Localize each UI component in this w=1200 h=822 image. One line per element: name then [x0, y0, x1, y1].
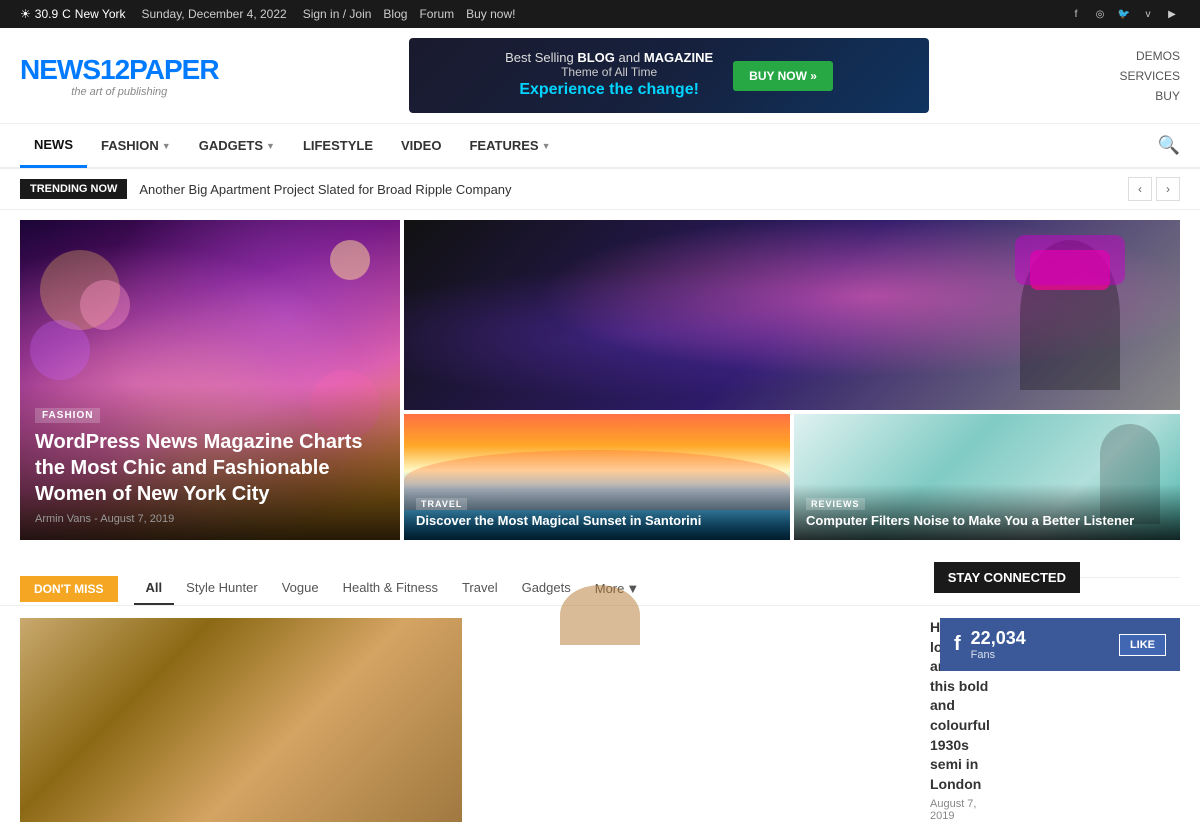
tab-style-hunter[interactable]: Style Hunter [174, 572, 270, 605]
sun-icon: ☀ [20, 7, 31, 21]
article-image-1 [20, 618, 462, 822]
top-bar: ☀ 30.9 C New York Sunday, December 4, 20… [0, 0, 1200, 28]
weather-widget: ☀ 30.9 C New York [20, 7, 126, 21]
nav-item-features[interactable]: FEATURES ▼ [455, 123, 564, 168]
topbar-links: Sign in / Join Blog Forum Buy now! [303, 7, 516, 21]
trending-nav: ‹ › [1128, 177, 1180, 201]
blog-link[interactable]: Blog [383, 7, 407, 21]
stay-connected-header: STAY CONNECTED [934, 562, 1080, 593]
featured-santorini-image: TRAVEL Discover the Most Magical Sunset … [404, 414, 790, 540]
twitter-icon[interactable]: 🐦 [1116, 6, 1132, 22]
nav-item-lifestyle[interactable]: LIFESTYLE [289, 123, 387, 168]
dont-miss-badge: DON'T MISS [20, 576, 118, 602]
stay-connected-header-area: STAY CONNECTED [934, 550, 1200, 605]
articles-area: Have a look around this bold and colourf… [20, 618, 920, 822]
temperature: 30.9 [35, 7, 58, 21]
featured-reviews-article[interactable]: REVIEWS Computer Filters Noise to Make Y… [794, 414, 1180, 540]
services-link[interactable]: SERVICES [1120, 67, 1180, 85]
main-nav: NEWS FASHION ▼ GADGETS ▼ LIFESTYLE VIDEO… [0, 124, 1200, 169]
demos-link[interactable]: DEMOS [1120, 47, 1180, 65]
featured-vr-article[interactable]: GADGETS Game Changing Virtual Reality Co… [404, 220, 1180, 410]
logo-news: NEWS [20, 54, 100, 85]
forum-link[interactable]: Forum [419, 7, 454, 21]
tab-all[interactable]: All [134, 572, 175, 605]
vimeo-icon[interactable]: v [1140, 6, 1156, 22]
interior-decor [560, 585, 640, 645]
facebook-fans-label: Fans [971, 649, 1026, 661]
facebook-icon[interactable]: f [1068, 6, 1084, 22]
bokeh-2 [80, 280, 130, 330]
logo-paper: PAPER [129, 54, 218, 85]
trending-badge: TRENDING NOW [20, 179, 127, 199]
featured-main-meta: Armin Vans - August 7, 2019 [35, 513, 385, 525]
article-card-1[interactable] [20, 618, 462, 822]
featured-santorini-title: Discover the Most Magical Sunset in Sant… [416, 513, 778, 530]
publish-date: August 7, 2019 [100, 513, 174, 525]
featured-reviews-category: REVIEWS [806, 498, 865, 510]
city: New York [75, 7, 126, 21]
dont-miss-tabs: DON'T MISS All Style Hunter Vogue Health… [0, 560, 934, 605]
sign-in-link[interactable]: Sign in / Join [303, 7, 372, 21]
featured-bottom-row: TRAVEL Discover the Most Magical Sunset … [404, 414, 1180, 540]
facebook-count: 22,034 [971, 628, 1026, 649]
trending-bar: TRENDING NOW Another Big Apartment Proje… [0, 169, 1200, 210]
featured-main-article[interactable]: FASHION WordPress News Magazine Charts t… [20, 220, 400, 540]
tab-vogue[interactable]: Vogue [270, 572, 331, 605]
featured-reviews-overlay: REVIEWS Computer Filters Noise to Make Y… [794, 484, 1180, 540]
featured-santorini-category: TRAVEL [416, 498, 467, 510]
site-logo[interactable]: NEWS12PAPER the art of publishing [20, 54, 219, 98]
youtube-icon[interactable]: ▶ [1164, 6, 1180, 22]
buy-side-link[interactable]: BUY [1120, 87, 1180, 105]
tab-travel[interactable]: Travel [450, 572, 510, 605]
author-name: Armin Vans [35, 513, 91, 525]
logo-tagline: the art of publishing [20, 86, 219, 98]
bokeh-3 [30, 320, 90, 380]
bottom-section: Have a look around this bold and colourf… [0, 606, 1200, 822]
ad-subtitle-text: Theme of All Time [505, 65, 713, 79]
featured-santorini-overlay: TRAVEL Discover the Most Magical Sunset … [404, 484, 790, 540]
ad-content: Best Selling BLOG and MAGAZINE Theme of … [505, 50, 713, 101]
stay-connected-divider [1080, 577, 1180, 578]
featured-vr-image [404, 220, 1180, 410]
nav-links: NEWS FASHION ▼ GADGETS ▼ LIFESTYLE VIDEO… [20, 123, 565, 168]
date-display: Sunday, December 4, 2022 [142, 7, 287, 21]
nav-item-video[interactable]: VIDEO [387, 123, 455, 168]
stay-connected-sidebar: f 22,034 Fans LIKE [940, 618, 1180, 822]
buy-link[interactable]: Buy now! [466, 7, 515, 21]
ad-banner[interactable]: Best Selling BLOG and MAGAZINE Theme of … [409, 38, 929, 113]
featured-reviews-title: Computer Filters Noise to Make You a Bet… [806, 513, 1168, 530]
featured-main-category: FASHION [35, 408, 100, 423]
ad-title: Best Selling BLOG and MAGAZINE [505, 50, 713, 65]
search-icon[interactable]: 🔍 [1158, 135, 1180, 156]
social-icons-topbar: f ◎ 🐦 v ▶ [1068, 6, 1180, 22]
article-row-2: Have a look around this bold and colourf… [478, 618, 920, 822]
featured-main-title: WordPress News Magazine Charts the Most … [35, 429, 385, 507]
featured-right-grid: GADGETS Game Changing Virtual Reality Co… [404, 220, 1180, 540]
featured-grid: FASHION WordPress News Magazine Charts t… [0, 220, 1200, 540]
article-card-2[interactable]: Have a look around this bold and colourf… [478, 618, 920, 822]
ad-brand: Experience the change! [505, 81, 713, 99]
ad-buy-button[interactable]: BUY NOW » [733, 61, 833, 91]
top-bar-left: ☀ 30.9 C New York Sunday, December 4, 20… [20, 7, 515, 21]
featured-main-image: FASHION WordPress News Magazine Charts t… [20, 220, 400, 540]
nav-item-fashion[interactable]: FASHION ▼ [87, 123, 185, 168]
side-menu: DEMOS SERVICES BUY [1120, 47, 1180, 105]
logo-text: NEWS12PAPER [20, 54, 219, 86]
trending-prev-button[interactable]: ‹ [1128, 177, 1152, 201]
trending-text: Another Big Apartment Project Slated for… [139, 182, 1116, 197]
featured-santorini-article[interactable]: TRAVEL Discover the Most Magical Sunset … [404, 414, 790, 540]
featured-reviews-image: REVIEWS Computer Filters Noise to Make Y… [794, 414, 1180, 540]
degree-unit: C [62, 7, 71, 21]
vr-headset-glow [1015, 235, 1125, 285]
featured-main-overlay: FASHION WordPress News Magazine Charts t… [20, 385, 400, 540]
trending-next-button[interactable]: › [1156, 177, 1180, 201]
site-header: NEWS12PAPER the art of publishing Best S… [0, 28, 1200, 124]
logo-12: 12 [100, 54, 129, 85]
nav-item-news[interactable]: NEWS [20, 123, 87, 168]
nav-item-gadgets[interactable]: GADGETS ▼ [185, 123, 289, 168]
bokeh-4 [330, 240, 370, 280]
tab-health-fitness[interactable]: Health & Fitness [331, 572, 450, 605]
instagram-icon[interactable]: ◎ [1092, 6, 1108, 22]
